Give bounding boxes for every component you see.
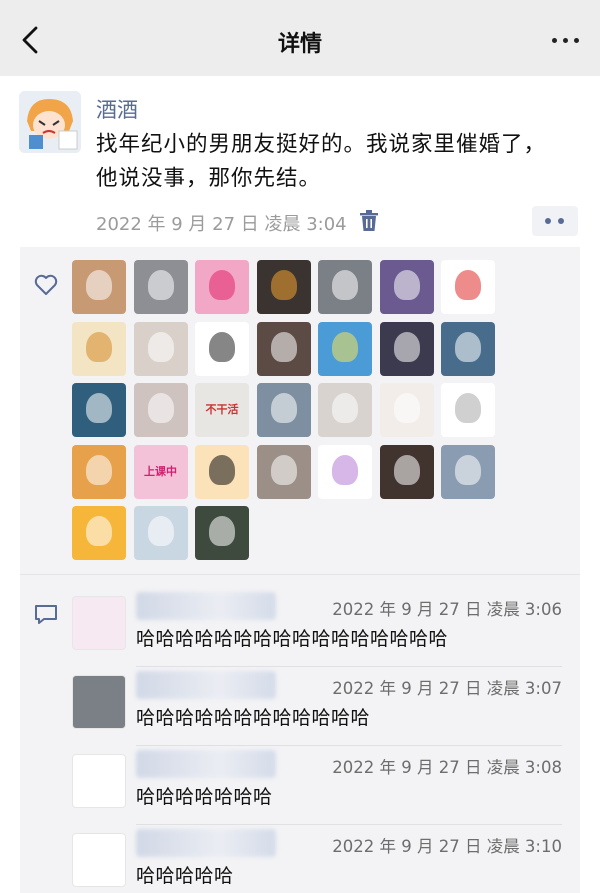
avatar-figure bbox=[86, 393, 112, 423]
avatar-figure bbox=[209, 516, 235, 546]
commenter-avatar[interactable] bbox=[72, 596, 126, 650]
post-time: 2022 年 9 月 27 日 凌晨 3:04 bbox=[96, 214, 347, 235]
trash-icon[interactable] bbox=[360, 210, 378, 232]
avatar-figure bbox=[270, 331, 297, 362]
avatar-figure bbox=[332, 393, 358, 423]
comment-divider bbox=[136, 824, 562, 825]
liker-avatar[interactable] bbox=[441, 383, 495, 437]
comment-text: 哈哈哈哈哈哈哈哈哈哈哈哈 bbox=[136, 707, 371, 729]
comment-text: 哈哈哈哈哈 bbox=[136, 865, 234, 887]
liker-avatar[interactable] bbox=[195, 321, 249, 376]
liker-avatar[interactable] bbox=[133, 506, 188, 560]
liker-avatar[interactable] bbox=[256, 321, 311, 376]
liker-avatar[interactable]: 不干活 bbox=[195, 383, 249, 437]
comment-time: 2022 年 9 月 27 日 凌晨 3:10 bbox=[332, 837, 562, 856]
liker-avatar[interactable] bbox=[318, 321, 372, 376]
avatar-figure bbox=[393, 454, 420, 485]
liker-avatar[interactable] bbox=[379, 444, 434, 499]
liker-avatar[interactable]: 上课中 bbox=[133, 444, 188, 499]
comment-divider bbox=[136, 745, 562, 746]
avatar-figure bbox=[393, 331, 420, 362]
avatar-figure bbox=[455, 454, 481, 485]
avatar-figure bbox=[86, 270, 112, 300]
avatar-figure bbox=[270, 270, 297, 300]
avatar-figure bbox=[86, 331, 112, 362]
liker-avatar[interactable] bbox=[72, 444, 126, 499]
avatar-caption: 不干活 bbox=[205, 403, 239, 416]
avatar-figure bbox=[270, 454, 297, 485]
avatar-figure bbox=[393, 270, 420, 300]
liker-avatar[interactable] bbox=[441, 444, 495, 499]
comment-item[interactable]: 2022 年 9 月 27 日 凌晨 3:07 哈哈哈哈哈哈哈哈哈哈哈哈 bbox=[72, 671, 562, 753]
liker-avatar[interactable] bbox=[441, 260, 495, 314]
comment-text: 哈哈哈哈哈哈哈哈哈哈哈哈哈哈哈哈 bbox=[136, 628, 449, 650]
more-dots-icon[interactable] bbox=[532, 206, 578, 236]
liker-avatar[interactable] bbox=[256, 260, 311, 314]
liker-avatar[interactable] bbox=[379, 383, 434, 437]
avatar-figure bbox=[209, 270, 235, 300]
avatar-figure bbox=[147, 270, 174, 300]
commenter-avatar[interactable] bbox=[72, 675, 126, 729]
liker-avatar[interactable] bbox=[72, 260, 126, 314]
liker-avatar[interactable] bbox=[195, 260, 249, 314]
liker-avatar[interactable] bbox=[133, 383, 188, 437]
comment-item[interactable]: 2022 年 9 月 27 日 凌晨 3:08 哈哈哈哈哈哈哈 bbox=[72, 750, 562, 832]
post-content: 找年纪小的男朋友挺好的。我说家里催婚了，他说没事，那你先结。 bbox=[96, 132, 547, 191]
liker-avatar[interactable] bbox=[72, 321, 126, 376]
liker-avatar[interactable] bbox=[318, 444, 372, 499]
liker-avatar[interactable] bbox=[133, 321, 188, 376]
avatar-figure bbox=[209, 331, 235, 362]
comment-time: 2022 年 9 月 27 日 凌晨 3:08 bbox=[332, 758, 562, 777]
commenter-avatar[interactable] bbox=[72, 754, 126, 808]
avatar-caption: 上课中 bbox=[144, 464, 177, 478]
comment-text: 哈哈哈哈哈哈哈 bbox=[136, 786, 273, 808]
author-avatar[interactable] bbox=[19, 91, 81, 153]
commenter-avatar[interactable] bbox=[72, 833, 126, 887]
commenter-name-blurred bbox=[136, 671, 276, 699]
page-title: 详情 bbox=[277, 32, 322, 57]
comment-item[interactable]: 2022 年 9 月 27 日 凌晨 3:10 哈哈哈哈哈 bbox=[72, 829, 562, 893]
liker-avatar[interactable] bbox=[318, 260, 372, 314]
avatar-figure bbox=[86, 516, 112, 546]
divider bbox=[20, 574, 580, 575]
liker-avatar[interactable] bbox=[318, 383, 372, 437]
liker-avatar[interactable] bbox=[256, 383, 311, 437]
avatar-figure bbox=[147, 516, 174, 546]
liker-avatar[interactable] bbox=[72, 506, 126, 560]
commenter-name-blurred bbox=[136, 592, 276, 620]
avatar-figure bbox=[455, 270, 481, 300]
liker-avatar[interactable] bbox=[379, 260, 434, 314]
more-horizontal-icon[interactable] bbox=[550, 30, 582, 50]
avatar-figure bbox=[393, 393, 420, 423]
liker-avatar[interactable] bbox=[72, 383, 126, 437]
nav-bar: 详情 bbox=[0, 0, 600, 76]
commenter-name-blurred bbox=[136, 829, 276, 857]
liker-avatar[interactable] bbox=[195, 506, 249, 560]
avatar-figure bbox=[332, 454, 358, 485]
commenter-name-blurred bbox=[136, 750, 276, 778]
comment-divider bbox=[136, 666, 562, 667]
avatar-figure bbox=[209, 454, 235, 485]
comment-time: 2022 年 9 月 27 日 凌晨 3:07 bbox=[332, 679, 562, 698]
avatar-figure bbox=[147, 331, 174, 362]
liker-avatar[interactable] bbox=[441, 321, 495, 376]
heart-outline-icon bbox=[34, 274, 58, 295]
comment-time: 2022 年 9 月 27 日 凌晨 3:06 bbox=[332, 600, 562, 619]
liker-avatar[interactable] bbox=[195, 444, 249, 499]
liker-avatar[interactable] bbox=[133, 260, 188, 314]
author-name[interactable]: 酒酒 bbox=[96, 94, 138, 124]
comment-item[interactable]: 2022 年 9 月 27 日 凌晨 3:06 哈哈哈哈哈哈哈哈哈哈哈哈哈哈哈哈 bbox=[72, 592, 562, 674]
liker-avatar[interactable] bbox=[256, 444, 311, 499]
avatar-figure bbox=[270, 393, 297, 423]
avatar-figure bbox=[332, 270, 358, 300]
avatar-figure bbox=[332, 331, 358, 362]
avatar-figure bbox=[86, 454, 112, 485]
avatar-figure bbox=[455, 393, 481, 423]
comment-bubble-icon bbox=[35, 605, 57, 624]
avatar-figure bbox=[147, 393, 174, 423]
avatar-figure bbox=[455, 331, 481, 362]
liker-avatar[interactable] bbox=[379, 321, 434, 376]
